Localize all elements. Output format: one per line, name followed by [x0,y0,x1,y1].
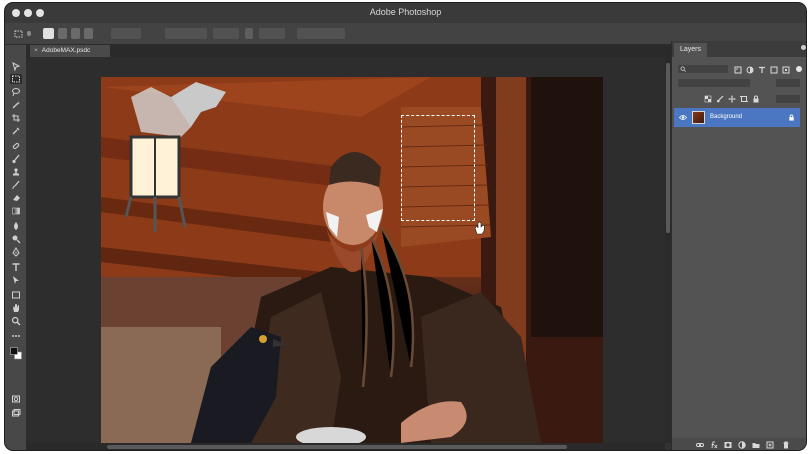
filter-shape-icon[interactable] [770,66,778,74]
history-brush-tool-icon[interactable] [10,180,22,190]
brush-tool-icon[interactable] [10,154,22,164]
pen-tool-icon[interactable] [10,247,22,257]
dodge-tool-icon[interactable] [10,234,22,244]
clone-stamp-tool-icon[interactable] [10,167,22,177]
fill-field[interactable] [776,95,800,103]
filter-smart-object-icon[interactable] [782,66,790,74]
filter-type-icon[interactable] [758,66,766,74]
eyedropper-tool-icon[interactable] [10,126,22,136]
document-image[interactable] [101,77,603,443]
filter-adjustment-icon[interactable] [746,66,754,74]
healing-brush-tool-icon[interactable] [10,141,22,151]
lock-artboard-icon[interactable] [740,95,748,103]
quick-mask-icon[interactable] [10,394,22,404]
layer-name: Background [710,114,743,120]
layers-tab[interactable]: Layers [674,43,708,57]
marquee-tool-icon[interactable] [10,74,22,84]
filter-pixel-icon[interactable] [734,66,742,74]
width-field[interactable] [213,28,239,39]
intersect-selection-button[interactable] [84,28,93,39]
photoshop-window: Adobe Photoshop × AdobeMAX.psdc Layers B… [4,2,807,451]
lock-image-icon[interactable] [716,95,724,103]
viking-photo [101,77,603,443]
swap-icon[interactable] [245,28,253,39]
path-selection-tool-icon[interactable] [10,275,22,285]
canvas-area[interactable] [27,57,665,443]
filter-toggle-icon[interactable] [796,66,802,72]
more-tools-icon[interactable] [10,331,22,341]
eraser-tool-icon[interactable] [10,193,22,203]
hand-tool-icon[interactable] [10,303,22,313]
filter-kind-dropdown[interactable] [678,65,728,73]
panel-menu-icon[interactable] [801,45,806,50]
height-field[interactable] [259,28,285,39]
blend-opacity-row [672,78,806,88]
blend-mode-dropdown[interactable] [678,79,750,87]
shape-tool-icon[interactable] [10,290,22,300]
layers-panel: Layers Background [671,41,806,450]
new-group-icon[interactable] [752,441,760,449]
vertical-scroll-thumb[interactable] [666,63,670,233]
horizontal-scroll-thumb[interactable] [107,445,567,449]
new-selection-button[interactable] [43,28,54,39]
magic-wand-tool-icon[interactable] [10,100,22,110]
layer-effects-icon[interactable] [710,441,718,449]
close-tab-icon[interactable]: × [34,47,38,54]
layer-lock-icon[interactable] [788,114,795,121]
window-title: Adobe Photoshop [369,7,442,17]
add-mask-icon[interactable] [724,441,732,449]
zoom-tool-icon[interactable] [10,316,22,326]
hand-cursor-icon [474,221,485,235]
adjustment-layer-icon[interactable] [738,441,746,449]
gradient-tool-icon[interactable] [10,206,22,216]
layers-panel-footer [672,438,806,450]
panel-tab-bar: Layers [672,41,806,57]
layer-row-background[interactable]: Background [674,108,800,127]
add-selection-button[interactable] [58,28,67,39]
search-icon [680,66,686,72]
marquee-selection[interactable] [401,115,475,221]
marquee-preset-icon[interactable] [13,29,25,39]
horizontal-scrollbar[interactable] [27,443,665,450]
lasso-tool-icon[interactable] [10,87,22,97]
style-dropdown[interactable] [165,28,207,39]
preset-dropdown-icon[interactable] [27,31,31,36]
new-layer-icon[interactable] [766,441,774,449]
lock-all-icon[interactable] [752,95,760,103]
type-tool-icon[interactable] [10,262,22,272]
feather-field[interactable] [111,28,141,39]
document-tab-bar: × AdobeMAX.psdc [27,45,671,57]
lock-row [672,94,806,104]
crop-tool-icon[interactable] [10,113,22,123]
select-and-mask-button[interactable] [297,28,345,39]
lock-transparent-icon[interactable] [704,95,712,103]
opacity-field[interactable] [776,79,800,87]
document-tab[interactable]: × AdobeMAX.psdc [30,45,110,57]
subtract-selection-button[interactable] [71,28,80,39]
document-tab-label: AdobeMAX.psdc [41,47,91,54]
color-swatches[interactable] [10,345,22,361]
tools-panel [5,45,27,450]
title-bar: Adobe Photoshop [5,3,806,23]
screen-mode-icon[interactable] [10,408,22,418]
blur-tool-icon[interactable] [10,221,22,231]
link-layers-icon[interactable] [696,441,704,449]
layer-filter-row [672,64,806,74]
delete-layer-icon[interactable] [782,441,790,449]
visibility-eye-icon[interactable] [679,114,687,121]
layer-thumbnail [692,111,705,124]
move-tool-icon[interactable] [10,61,22,71]
lock-position-icon[interactable] [728,95,736,103]
